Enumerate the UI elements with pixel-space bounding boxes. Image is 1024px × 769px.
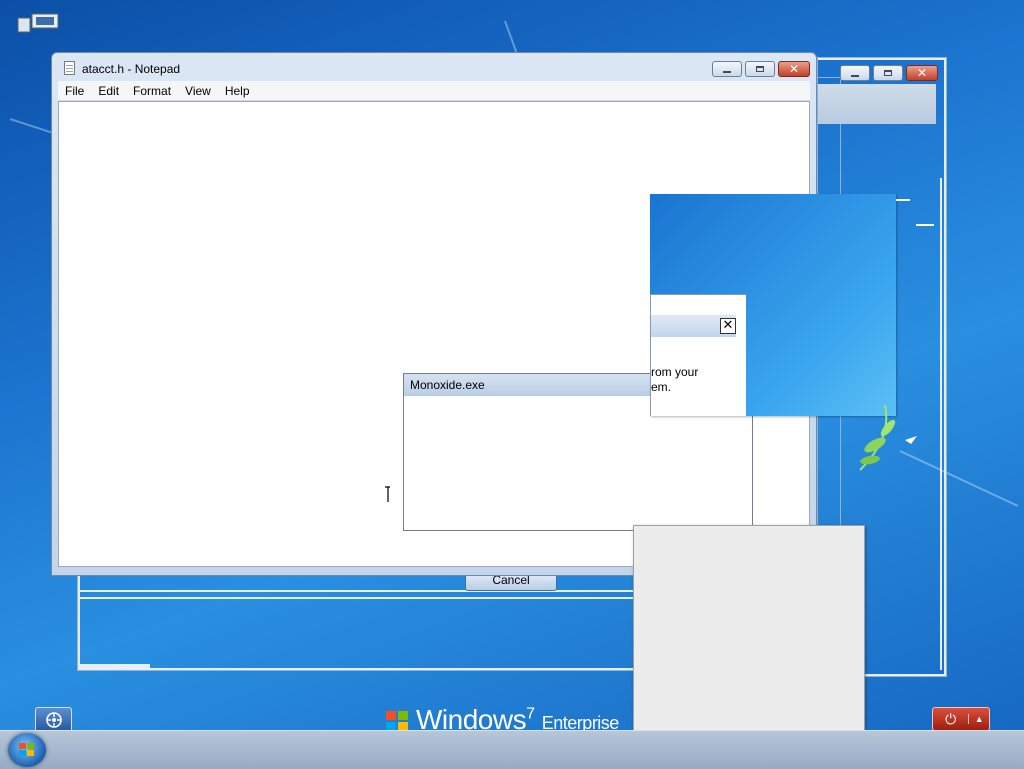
shutdown-options-button[interactable]: ▲ (968, 714, 989, 724)
shutdown-button[interactable]: ⏻ (933, 711, 968, 728)
background-window-caption (818, 84, 936, 124)
chevron-up-icon: ▲ (974, 714, 984, 724)
close-icon: ✕ (916, 66, 928, 80)
background-close-button[interactable]: ✕ (906, 65, 938, 81)
close-button[interactable]: ✕ (778, 61, 810, 77)
partial-dialog-message: rom your em. (651, 365, 698, 395)
menu-bar: File Edit Format View Help (58, 81, 810, 101)
start-button[interactable] (8, 733, 46, 767)
shutdown-button-group: ⏻ ▲ (932, 707, 990, 731)
partial-dialog-body: rom your em. (650, 294, 746, 416)
glitch-panel-gray (633, 525, 865, 731)
windows-start-icon (19, 743, 35, 757)
background-minimize-button[interactable] (840, 65, 870, 81)
menu-edit[interactable]: Edit (91, 84, 126, 98)
brand-version: 7 (526, 705, 535, 723)
minimize-button[interactable] (712, 61, 742, 77)
menu-format[interactable]: Format (126, 84, 178, 98)
text-cursor-icon (385, 486, 390, 502)
minimize-icon (723, 70, 731, 73)
maximize-icon (756, 66, 764, 72)
close-icon: ✕ (722, 318, 734, 333)
background-window-edge (80, 664, 150, 668)
menu-file[interactable]: File (58, 84, 91, 98)
desktop: { "notepad": { "title": "atacct.h - Note… (0, 0, 1024, 769)
notepad-icon (64, 61, 75, 75)
close-button[interactable]: ✕ (720, 318, 736, 334)
close-icon: ✕ (788, 62, 800, 76)
background-window-edge (936, 178, 942, 670)
power-icon: ⏻ (945, 710, 957, 727)
taskbar (0, 730, 1024, 769)
maximize-button[interactable] (745, 61, 775, 77)
minimize-icon (851, 74, 859, 77)
background-window-edge (78, 590, 638, 599)
glitch-line (896, 199, 910, 201)
message-line: em. (651, 380, 672, 394)
menu-view[interactable]: View (178, 84, 218, 98)
maximize-icon (884, 70, 892, 76)
notepad-title: atacct.h - Notepad (82, 62, 181, 76)
desktop-network-icon[interactable] (16, 12, 62, 34)
menu-help[interactable]: Help (218, 84, 257, 98)
wallpaper-plant-icon (859, 404, 917, 471)
background-maximize-button[interactable] (873, 65, 903, 81)
ease-of-access-icon (45, 712, 62, 728)
message-line: rom your (651, 365, 699, 379)
glitch-line (916, 224, 934, 226)
